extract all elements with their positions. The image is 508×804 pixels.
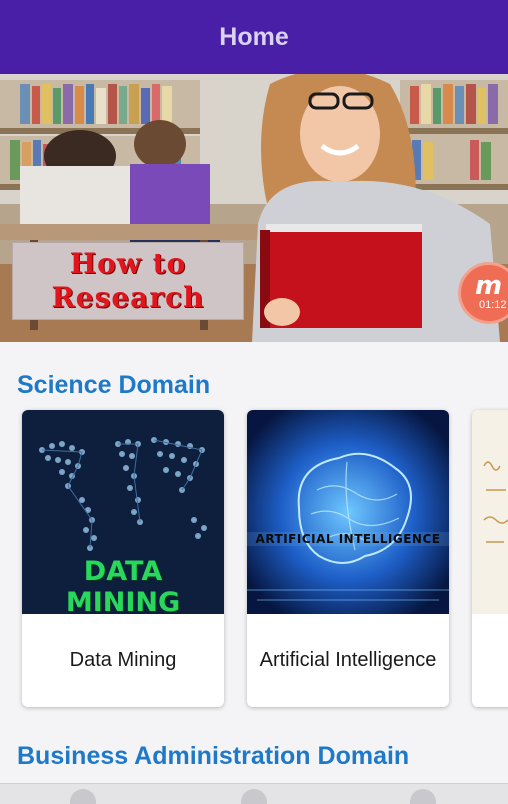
section-title-business: Business Administration Domain <box>17 742 410 770</box>
course-card-partial[interactable] <box>472 410 508 707</box>
card-label: Data Mining <box>69 649 177 671</box>
page-title: Home <box>219 22 289 51</box>
video-time: 01:12 <box>479 299 507 311</box>
nav-profile-icon[interactable] <box>241 789 267 804</box>
banner-carousel[interactable]: How to Research m 01:12 <box>0 74 508 342</box>
data-mining-image-text: DATA MINING <box>65 556 181 614</box>
section-title-science: Science Domain <box>17 371 211 399</box>
ai-image-text: ARTIFICIAL INTELLIGENCE <box>247 532 449 546</box>
brain-image: ARTIFICIAL INTELLIGENCE <box>247 410 449 614</box>
card-label <box>472 614 508 707</box>
banner-sign: How to Research <box>12 242 244 320</box>
nav-home-icon[interactable] <box>70 789 96 804</box>
handwritten-notes-image <box>472 410 508 614</box>
world-map-image: DATA MINING <box>22 410 224 614</box>
video-logo-icon: m <box>475 271 503 301</box>
nav-settings-icon[interactable] <box>410 789 436 804</box>
banner-sign-line1: How to <box>69 247 187 280</box>
app-bar: Home <box>0 0 508 74</box>
bottom-navigation <box>0 783 508 804</box>
course-card-artificial-intelligence[interactable]: ARTIFICIAL INTELLIGENCE Artificial Intel… <box>247 410 449 707</box>
card-label: Artificial Intelligence <box>259 649 437 671</box>
app-screen: Home How to Research m 01:12 Science Dom… <box>0 0 508 804</box>
banner-sign-line2: Research <box>51 281 205 314</box>
science-card-list[interactable]: DATA MINING Data Mining ARTIFICIAL INTEL… <box>0 410 508 710</box>
course-card-data-mining[interactable]: DATA MINING Data Mining <box>22 410 224 707</box>
